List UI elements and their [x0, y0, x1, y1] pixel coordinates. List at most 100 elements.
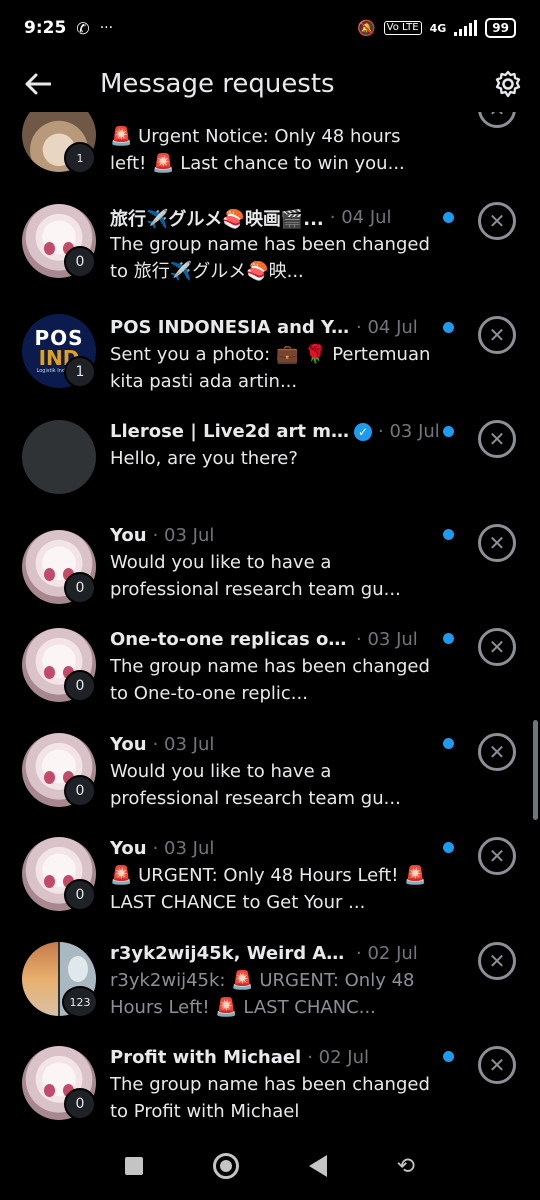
close-icon: ✕	[489, 112, 506, 121]
arrow-left-icon	[25, 73, 51, 95]
message-preview: The group name has been changed to Profi…	[110, 1074, 430, 1122]
dismiss-button[interactable]: ✕	[478, 112, 516, 128]
system-nav-bar: ⟲	[0, 1132, 540, 1200]
unread-count-badge: 123	[62, 986, 98, 1018]
close-icon: ✕	[488, 427, 506, 451]
unread-count-badge: 1	[64, 356, 96, 388]
conversation-name: You	[110, 838, 147, 859]
signal-icon	[454, 20, 478, 36]
list-item[interactable]: 0 You · 03 Jul Would you like to have a p…	[0, 522, 540, 626]
pos-logo-line1: POS	[34, 326, 84, 350]
dismiss-button[interactable]: ✕	[478, 942, 516, 980]
conversation-name: One-to-one replicas of...	[110, 629, 350, 650]
list-item[interactable]: POS IND Logistik Indonesia 1 POS INDONES…	[0, 312, 540, 416]
conversation-name: 旅行✈️グルメ🍣映画🎬...	[110, 208, 324, 230]
message-preview: Would you like to have a professional re…	[110, 552, 401, 600]
list-item[interactable]: 0 One-to-one replicas of... · 03 Jul The …	[0, 626, 540, 730]
settings-button[interactable]	[476, 56, 540, 112]
unread-dot	[443, 842, 454, 853]
unread-dot	[443, 1051, 454, 1062]
mute-icon: 🔕	[356, 19, 376, 37]
app-header: Message requests	[0, 56, 540, 112]
conversation-date: · 02 Jul	[307, 1047, 370, 1068]
close-icon: ✕	[488, 323, 506, 347]
message-preview: The group name has been changed to One-t…	[110, 656, 430, 704]
dismiss-button[interactable]: ✕	[478, 524, 516, 562]
unread-dot	[443, 426, 454, 437]
list-item[interactable]: 0 旅行✈️グルメ🍣映画🎬... · 04 Jul The group name …	[0, 202, 540, 306]
rotate-icon[interactable]: ⟲	[397, 1154, 415, 1179]
conversation-name: r3yk2wij45k, Weird Al P...	[110, 943, 350, 964]
whatsapp-icon: ✆	[76, 18, 90, 38]
back-button[interactable]	[0, 56, 76, 112]
unread-dot	[443, 322, 454, 333]
close-icon: ✕	[488, 949, 506, 973]
close-icon: ✕	[488, 635, 506, 659]
list-item[interactable]: 123 r3yk2wij45k, Weird Al P... · 02 Jul r…	[0, 940, 540, 1044]
message-preview: 🚨 URGENT: Only 48 Hours Left! 🚨 LAST CHA…	[110, 865, 427, 913]
conversation-date: · 03 Jul	[152, 734, 215, 755]
unread-count-badge: 0	[64, 246, 96, 278]
dismiss-button[interactable]: ✕	[478, 837, 516, 875]
unread-dot	[443, 212, 454, 223]
unread-dot	[443, 529, 454, 540]
recents-button[interactable]	[124, 1157, 143, 1175]
dismiss-button[interactable]: ✕	[478, 316, 516, 354]
conversation-name: You	[110, 734, 147, 755]
dismiss-button[interactable]: ✕	[478, 420, 516, 458]
close-icon: ✕	[488, 844, 506, 868]
conversation-date: · 03 Jul	[378, 421, 440, 442]
volte-badge: Vo LTE	[383, 21, 422, 35]
gear-icon	[495, 70, 521, 98]
scrollbar[interactable]	[533, 720, 538, 820]
dismiss-button[interactable]: ✕	[478, 1046, 516, 1084]
dismiss-button[interactable]: ✕	[478, 202, 516, 240]
close-icon: ✕	[488, 1053, 506, 1077]
dismiss-button[interactable]: ✕	[478, 628, 516, 666]
unread-count-badge: 0	[64, 670, 96, 702]
conversation-name: Profit with Michael	[110, 1047, 302, 1068]
close-icon: ✕	[488, 740, 506, 764]
unread-count-badge: 0	[64, 775, 96, 807]
conversation-name: Llerose | Live2d art m...	[110, 421, 350, 442]
unread-count-badge: 1	[64, 142, 96, 174]
conversation-name: You	[110, 525, 147, 546]
conversation-name: POS INDONESIA and Y...	[110, 317, 350, 338]
conversation-date: · 02 Jul	[356, 943, 418, 964]
list-item[interactable]: 0 You · 03 Jul 🚨 URGENT: Only 48 Hours Le…	[0, 835, 540, 939]
list-item[interactable]: 0 You · 03 Jul Would you like to have a p…	[0, 731, 540, 835]
message-preview: The group name has been changed to 旅行✈️グ…	[110, 234, 430, 282]
list-item[interactable]: 0 Profit with Michael · 02 Jul The group …	[0, 1044, 540, 1132]
unread-count-badge: 0	[64, 1088, 96, 1120]
unread-count-badge: 0	[64, 572, 96, 604]
back-nav-button[interactable]	[308, 1155, 327, 1177]
status-time: 9:25	[24, 18, 67, 38]
message-preview: 🚨 Urgent Notice: Only 48 hours left! 🚨 L…	[110, 126, 405, 174]
list-item[interactable]: 1 🚨 Urgent Notice: Only 48 hours left! 🚨…	[0, 112, 540, 190]
unread-dot	[443, 633, 454, 644]
message-preview: Would you like to have a professional re…	[110, 761, 401, 809]
more-notifications-icon: ···	[99, 20, 114, 36]
conversation-date: · 03 Jul	[152, 838, 215, 859]
message-preview: Sent you a photo: 💼 🌹 Pertemuan kita pas…	[110, 344, 431, 392]
page-title: Message requests	[100, 69, 335, 99]
conversation-date: · 03 Jul	[356, 629, 418, 650]
message-preview: r3yk2wij45k: 🚨 URGENT: Only 48 Hours Lef…	[110, 970, 415, 1018]
conversation-date: · 03 Jul	[152, 525, 215, 546]
avatar	[22, 420, 96, 494]
message-request-list: 1 🚨 Urgent Notice: Only 48 hours left! 🚨…	[0, 112, 540, 1132]
battery-indicator: 99	[485, 18, 516, 38]
list-item[interactable]: Llerose | Live2d art m... ✓ · 03 Jul Hel…	[0, 418, 540, 522]
unread-dot	[443, 738, 454, 749]
network-type: 4G	[429, 21, 447, 35]
verified-badge-icon: ✓	[354, 422, 372, 441]
close-icon: ✕	[488, 209, 506, 233]
conversation-date: · 04 Jul	[329, 207, 392, 228]
message-preview: Hello, are you there?	[110, 448, 298, 469]
status-bar: 9:25 ✆ ··· 🔕 Vo LTE 4G 99	[0, 0, 540, 56]
close-icon: ✕	[488, 531, 506, 555]
home-icon	[219, 1160, 232, 1172]
home-button[interactable]	[212, 1153, 239, 1179]
unread-count-badge: 0	[64, 879, 96, 911]
dismiss-button[interactable]: ✕	[478, 733, 516, 771]
